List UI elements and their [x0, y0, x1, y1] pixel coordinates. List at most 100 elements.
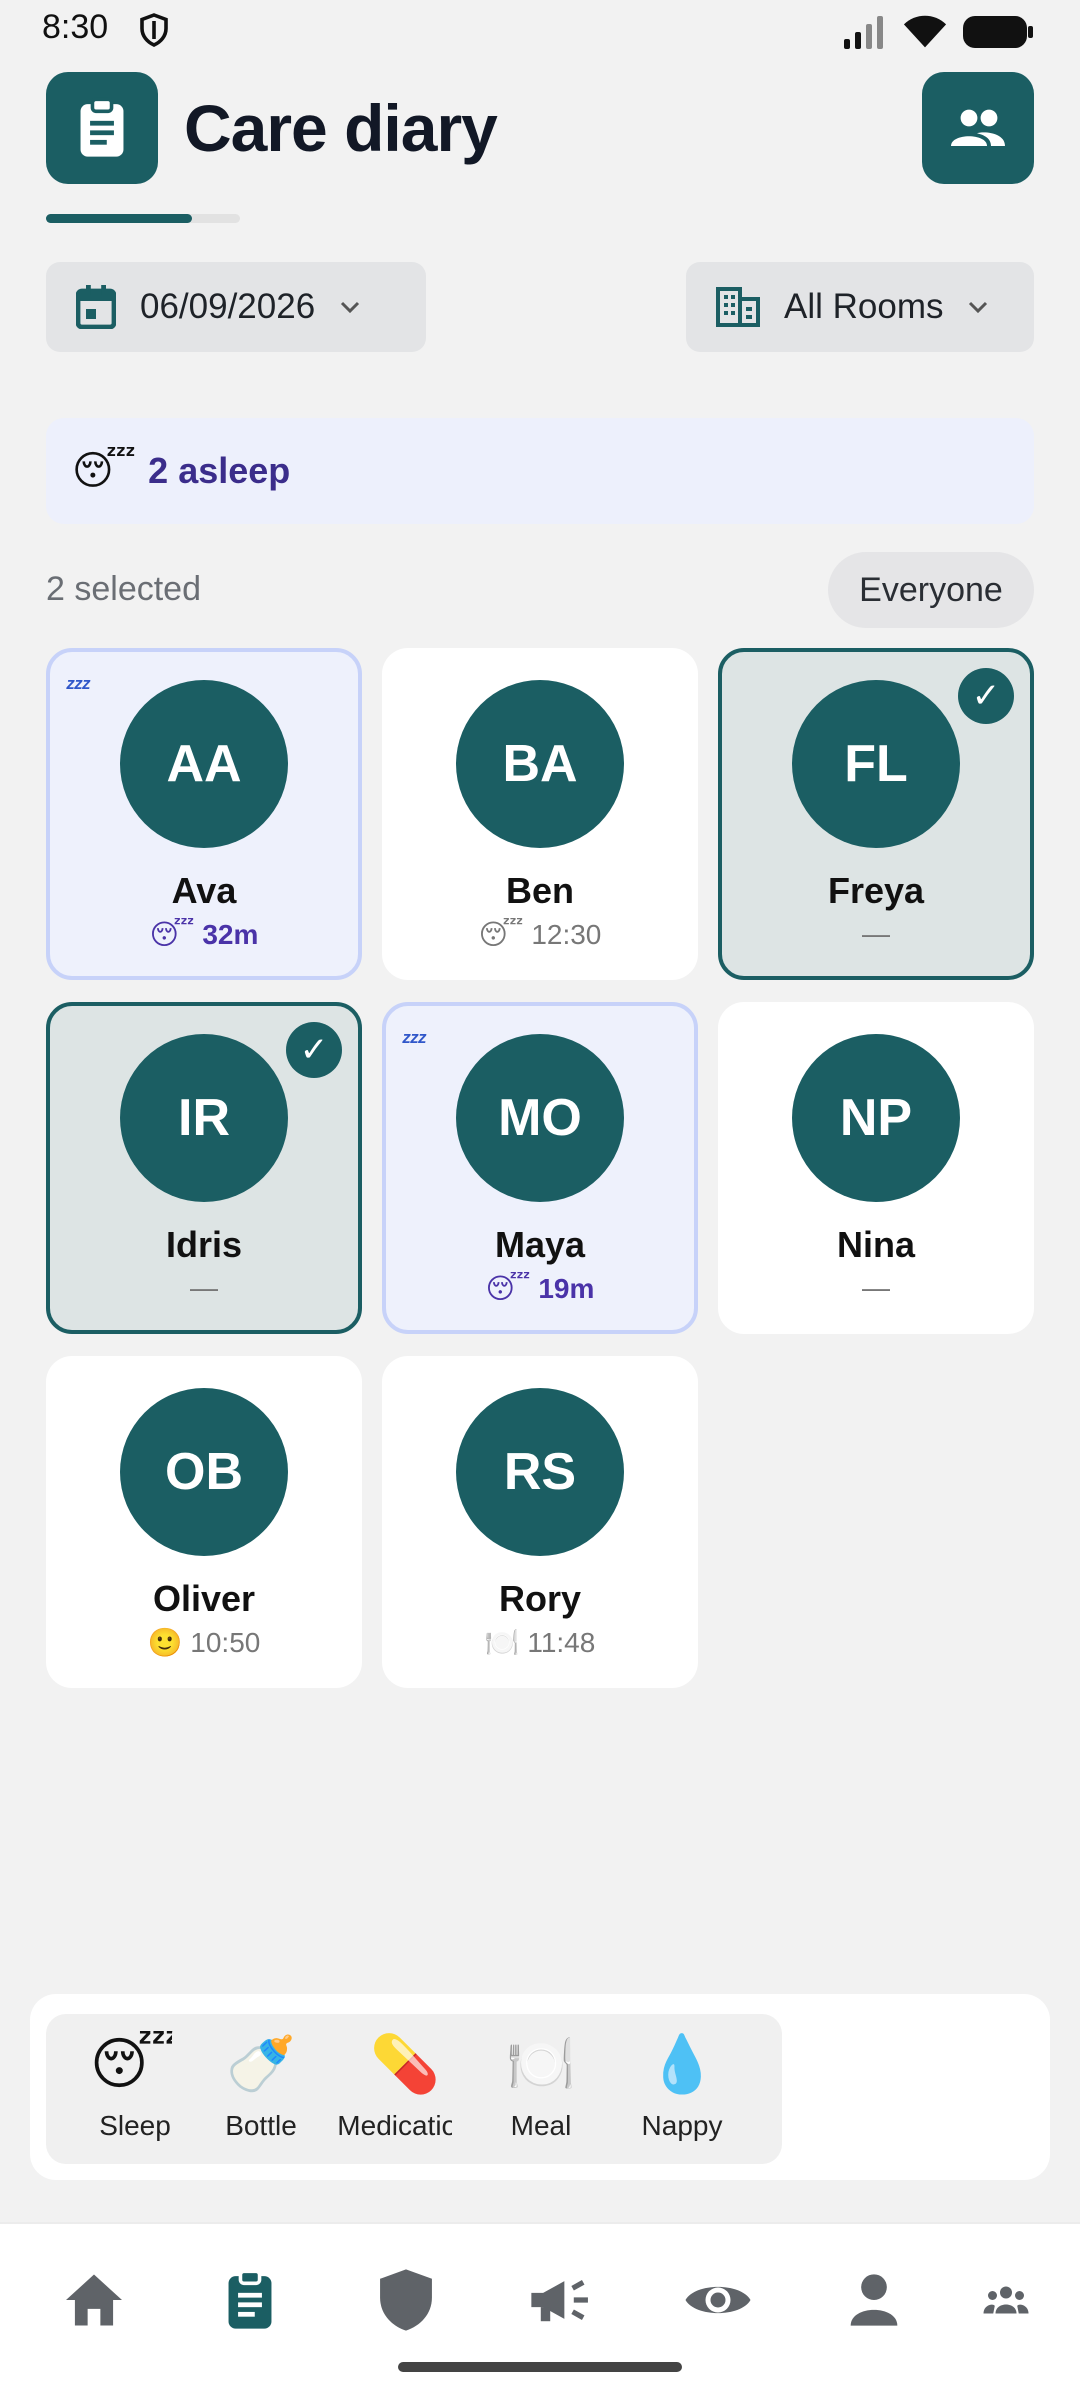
vpn-shield-icon — [140, 13, 168, 47]
chevron-down-icon — [341, 301, 360, 314]
room-selector[interactable]: All Rooms — [686, 262, 1034, 352]
avatar: NP — [792, 1034, 960, 1202]
action-label: Nappy — [641, 2110, 723, 2141]
action-label: Sleep — [99, 2110, 171, 2141]
nav-profile[interactable] — [834, 2260, 914, 2340]
child-name: Maya — [494, 1224, 586, 1265]
child-status: 😴 12:30 — [386, 918, 694, 951]
nappy-icon: 💧 — [647, 2032, 717, 2095]
date-picker[interactable]: 06/09/2026 — [46, 262, 426, 352]
child-status: 🍽️ 11:48 — [386, 1626, 694, 1659]
child-card-freya[interactable]: ✓ FL Freya — — [718, 648, 1034, 980]
sleeping-face-icon: 😴 — [72, 449, 137, 493]
progress-bar — [46, 214, 240, 223]
status-value: 12:30 — [531, 919, 602, 950]
zzz-sleep-icon: ᶻᶻᶻ — [66, 674, 90, 701]
child-status: — — [50, 1272, 358, 1304]
medication-icon: 💊 — [370, 2032, 440, 2095]
progress-fill — [46, 214, 192, 223]
home-icon — [66, 2274, 122, 2326]
building-icon — [716, 287, 760, 327]
status-value: — — [862, 918, 890, 949]
clipboard-icon — [228, 2269, 272, 2329]
child-status: 🙂 10:50 — [50, 1626, 358, 1659]
status-icon: 😴 — [478, 919, 524, 950]
avatar: BA — [456, 680, 624, 848]
child-card-maya[interactable]: ᶻᶻᶻ MO Maya 😴 19m — [382, 1002, 698, 1334]
group-icon — [983, 2286, 1029, 2314]
avatar: RS — [456, 1388, 624, 1556]
avatar: MO — [456, 1034, 624, 1202]
child-card-oliver[interactable]: OB Oliver 🙂 10:50 — [46, 1356, 362, 1688]
status-icon: 😴 — [485, 1273, 531, 1304]
avatar: IR — [120, 1034, 288, 1202]
action-nappy-button[interactable]: 💧 Nappy — [582, 2014, 782, 2164]
nav-home[interactable] — [54, 2260, 134, 2340]
child-status: — — [722, 1272, 1030, 1304]
child-name: Idris — [165, 1224, 243, 1265]
status-time: 8:30 — [42, 8, 109, 46]
status-value: — — [862, 1272, 890, 1303]
battery-icon — [963, 16, 1033, 48]
child-card-idris[interactable]: ✓ IR Idris — — [46, 1002, 362, 1334]
action-label: Meal — [510, 2110, 572, 2141]
child-name: Ava — [171, 870, 237, 911]
child-status: — — [722, 918, 1030, 950]
asleep-count: 2 asleep — [148, 450, 291, 491]
nav-announcements[interactable] — [522, 2260, 602, 2340]
nav-diary[interactable] — [210, 2260, 290, 2340]
status-icon: 🙂 — [147, 1627, 183, 1658]
child-status: 😴 19m — [386, 1272, 694, 1305]
shield-icon — [380, 2269, 432, 2331]
asleep-banner: 😴 2 asleep — [46, 418, 1034, 524]
selected-count: 2 selected — [46, 570, 201, 608]
child-card-ben[interactable]: BA Ben 😴 12:30 — [382, 648, 698, 980]
child-name: Ben — [505, 870, 574, 911]
quick-actions-bar: 😴 Sleep 🍼 Bottle 💊 Medication 🍽️ Meal 💧 Nappy — [30, 1994, 1050, 2180]
status-value: 19m — [538, 1273, 595, 1304]
child-name: Oliver — [152, 1578, 256, 1619]
home-indicator — [398, 2362, 682, 2372]
child-card-ava[interactable]: ᶻᶻᶻ AA Ava 😴 32m — [46, 648, 362, 980]
chevron-down-icon — [969, 301, 988, 314]
avatar: OB — [120, 1388, 288, 1556]
page-title: Care diary — [184, 91, 498, 165]
nav-groups[interactable] — [966, 2260, 1046, 2340]
nav-safeguarding[interactable] — [366, 2260, 446, 2340]
check-icon: ✓ — [958, 668, 1014, 724]
child-status: 😴 32m — [50, 918, 358, 951]
calendar-icon — [76, 285, 116, 329]
action-label: Bottle — [225, 2110, 297, 2141]
avatar: AA — [120, 680, 288, 848]
status-icons — [842, 14, 1034, 50]
zzz-sleep-icon: ᶻᶻᶻ — [402, 1028, 426, 1055]
children-grid: ᶻᶻᶻ AA Ava 😴 32m BA Ben 😴 12:30 ✓ FL Freya — ✓ IR Idr… — [46, 648, 1034, 1688]
meal-icon: 🍽️ — [506, 2032, 576, 2095]
status-icon: 😴 — [149, 919, 195, 950]
child-name: Freya — [827, 870, 925, 911]
status-value: 11:48 — [527, 1627, 596, 1658]
eye-icon — [685, 2286, 751, 2314]
wifi-icon — [903, 15, 947, 48]
avatar: FL — [792, 680, 960, 848]
megaphone-icon — [531, 2280, 588, 2322]
bottle-icon: 🍼 — [226, 2032, 296, 2095]
child-name: Rory — [498, 1578, 582, 1619]
status-value: — — [190, 1272, 218, 1303]
app-logo — [46, 72, 158, 184]
everyone-button[interactable]: Everyone — [828, 552, 1034, 628]
check-icon: ✓ — [286, 1022, 342, 1078]
bottom-navigation — [0, 2222, 1080, 2400]
child-name: Nina — [836, 1224, 915, 1265]
status-bar: 8:30 — [0, 0, 1080, 62]
people-icon — [951, 109, 1005, 146]
child-card-nina[interactable]: NP Nina — — [718, 1002, 1034, 1334]
nav-observations[interactable] — [678, 2260, 758, 2340]
clipboard-icon — [80, 97, 124, 157]
person-icon — [850, 2274, 898, 2326]
people-button[interactable] — [922, 72, 1034, 184]
date-value: 06/09/2026 — [140, 287, 316, 326]
child-card-rory[interactable]: RS Rory 🍽️ 11:48 — [382, 1356, 698, 1688]
status-icon: 🍽️ — [484, 1627, 520, 1658]
signal-icon — [844, 16, 883, 49]
